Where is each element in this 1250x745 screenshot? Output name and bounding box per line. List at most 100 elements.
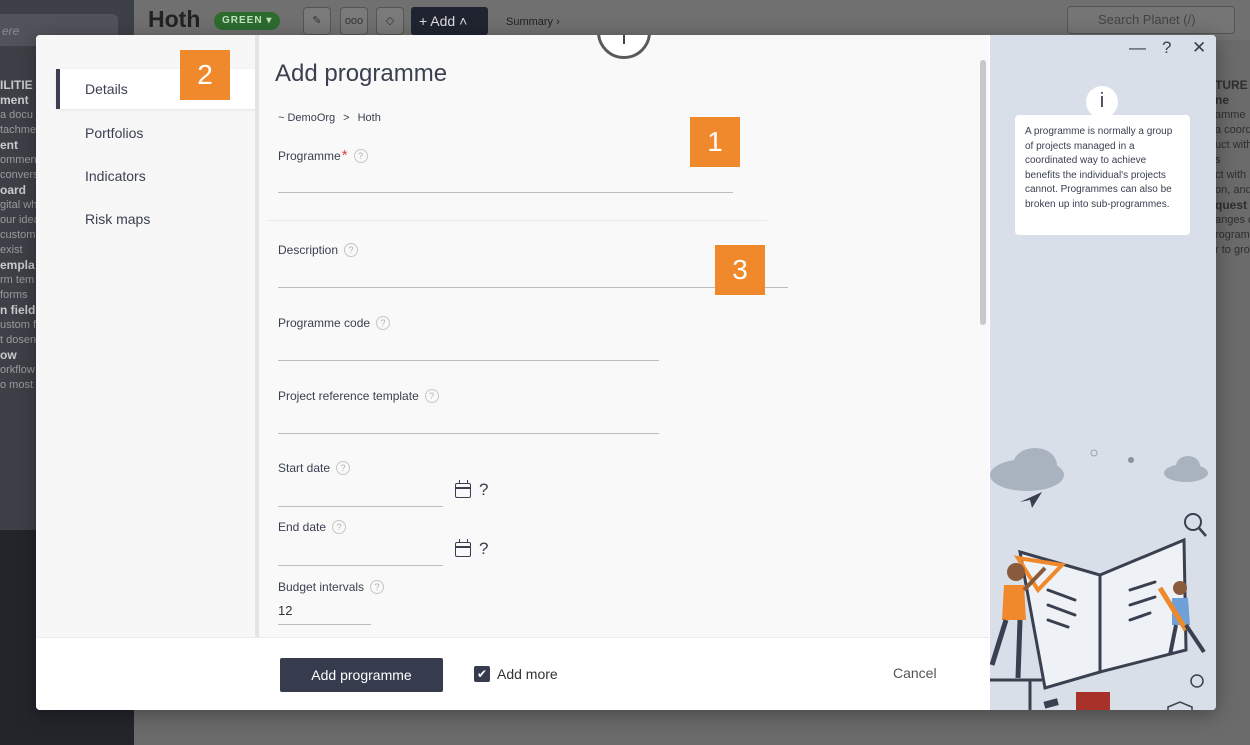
start-date-input[interactable] <box>278 506 443 507</box>
background-list-line: empla <box>0 258 35 272</box>
background-list-line: gital wh <box>0 199 36 211</box>
background-more-icon: ooo <box>340 7 368 35</box>
cancel-button[interactable]: Cancel <box>893 665 937 681</box>
background-list-line: a docu <box>0 109 34 121</box>
background-list-line: tachme <box>0 124 36 136</box>
background-status-badge: GREEN ▾ <box>214 12 281 30</box>
background-list-line: ILITIE <box>0 78 33 92</box>
background-list-line: amme <box>1215 109 1246 121</box>
help-button[interactable]: ? <box>1162 38 1171 58</box>
programme-code-input[interactable] <box>278 360 659 361</box>
help-icon[interactable]: ? <box>344 243 359 257</box>
cloud-icon <box>990 448 1064 491</box>
section-divider <box>267 220 767 221</box>
background-right-list: TURE ne amme a coord uct with s ct with on, and… <box>1215 78 1250 258</box>
project-reference-template-label: Project reference template? <box>278 389 439 403</box>
background-left-list: ILITIE ment a docu tachme ent omment convers oa… <box>0 78 36 393</box>
help-icon[interactable]: ? <box>336 461 351 475</box>
background-list-line: anges c <box>1215 214 1250 226</box>
background-list-line: forms <box>0 289 28 301</box>
close-button[interactable]: ✕ <box>1192 38 1206 58</box>
dot-icon <box>1190 674 1204 688</box>
programme-input[interactable] <box>278 192 733 193</box>
end-date-input[interactable] <box>278 565 443 566</box>
dialog-title: Add programme <box>275 60 448 87</box>
programme-illustration <box>990 448 1208 710</box>
background-edit-icon: ✎ <box>303 7 331 35</box>
dot-icon <box>1128 457 1134 463</box>
small-book-icon <box>1167 701 1193 710</box>
help-icon[interactable]: ? <box>424 389 439 403</box>
description-input[interactable] <box>278 287 788 288</box>
programme-label: Programme*? <box>278 147 368 164</box>
annotation-marker-1: 1 <box>690 117 740 167</box>
required-marker: * <box>341 147 348 164</box>
background-list-line: ct with <box>1215 169 1247 181</box>
book-left-page <box>1018 549 1102 690</box>
background-list-line: exist <box>0 244 23 256</box>
minimize-button[interactable]: — <box>1129 38 1146 58</box>
dot-icon <box>1090 449 1098 457</box>
background-search-input: Search Planet (/) <box>1067 6 1235 34</box>
paper-plane-icon <box>1020 492 1042 508</box>
background-list-line: s <box>1215 154 1221 166</box>
help-icon[interactable]: ? <box>376 316 391 330</box>
help-icon[interactable]: ? <box>353 149 368 163</box>
background-list-line: ent <box>0 138 18 152</box>
dialog-nav: Details Portfolios Indicators Risk maps <box>36 35 256 637</box>
background-list-line: TURE <box>1215 78 1248 92</box>
start-date-label: Start date? <box>278 461 351 475</box>
budget-intervals-input[interactable] <box>278 624 371 625</box>
start-date-help-icon[interactable]: ? <box>479 480 488 500</box>
background-tag-icon: ◇ <box>376 7 404 35</box>
add-programme-button[interactable]: Add programme <box>280 658 443 692</box>
calendar-icon[interactable] <box>455 539 471 557</box>
toolbox-icon <box>1076 692 1110 710</box>
form-scrollbar[interactable] <box>980 60 986 325</box>
calendar-icon[interactable] <box>455 480 471 498</box>
background-list-line: oard <box>0 183 27 197</box>
background-list-line: orkflow <box>0 364 35 376</box>
info-icon: i <box>1086 86 1118 118</box>
help-icon[interactable]: ? <box>332 520 347 534</box>
breadcrumb-planet[interactable]: Hoth <box>358 112 381 124</box>
background-list-line: n field <box>0 303 36 317</box>
background-list-line: on, and <box>1215 184 1250 196</box>
background-list-line: ne <box>1215 93 1230 107</box>
background-list-line: rogram <box>1215 229 1250 241</box>
help-icon[interactable]: ? <box>370 580 385 594</box>
background-list-line: ow <box>0 348 17 362</box>
nav-item-risk-maps[interactable]: Risk maps <box>56 199 256 239</box>
background-list-line: ustom fi <box>0 319 36 331</box>
breadcrumb-org[interactable]: ~ DemoOrg <box>278 112 335 124</box>
background-list-line: custom <box>0 229 36 241</box>
nav-item-indicators[interactable]: Indicators <box>56 156 256 196</box>
background-summary-link: Summary › <box>506 16 560 28</box>
background-list-line: uct with <box>1215 139 1250 151</box>
background-list-line: our idea <box>0 214 36 226</box>
nav-item-portfolios[interactable]: Portfolios <box>56 113 256 153</box>
stool-illustration <box>990 678 1042 710</box>
annotation-marker-2: 2 <box>180 50 230 100</box>
background-list-line: omment <box>0 154 36 166</box>
add-programme-dialog: Details Portfolios Indicators Risk maps … <box>36 35 1216 710</box>
info-description: A programme is normally a group of proje… <box>1015 115 1190 235</box>
background-list-line: o most <box>0 379 34 391</box>
programme-code-label: Programme code? <box>278 316 391 330</box>
background-list-line: r to gro <box>1215 244 1250 256</box>
budget-intervals-value[interactable]: 12 <box>278 603 292 618</box>
background-list-line: t dosen <box>0 334 36 346</box>
breadcrumb: ~ DemoOrg > Hoth <box>278 112 381 124</box>
info-panel: — ? ✕ A programme is normally a group of… <box>990 35 1216 710</box>
annotation-marker-3: 3 <box>715 245 765 295</box>
cloud-icon <box>1164 456 1208 482</box>
add-more-label[interactable]: Add more <box>497 666 558 682</box>
end-date-help-icon[interactable]: ? <box>479 539 488 559</box>
project-reference-template-input[interactable] <box>278 433 659 434</box>
end-date-label: End date? <box>278 520 347 534</box>
add-more-checkbox[interactable]: ✔ <box>474 666 490 682</box>
background-list-line: rm tem <box>0 274 35 286</box>
background-list-line: ment <box>0 93 29 107</box>
dialog-footer: Add programme ✔ Add more Cancel <box>36 637 990 710</box>
budget-intervals-label: Budget intervals? <box>278 580 385 594</box>
